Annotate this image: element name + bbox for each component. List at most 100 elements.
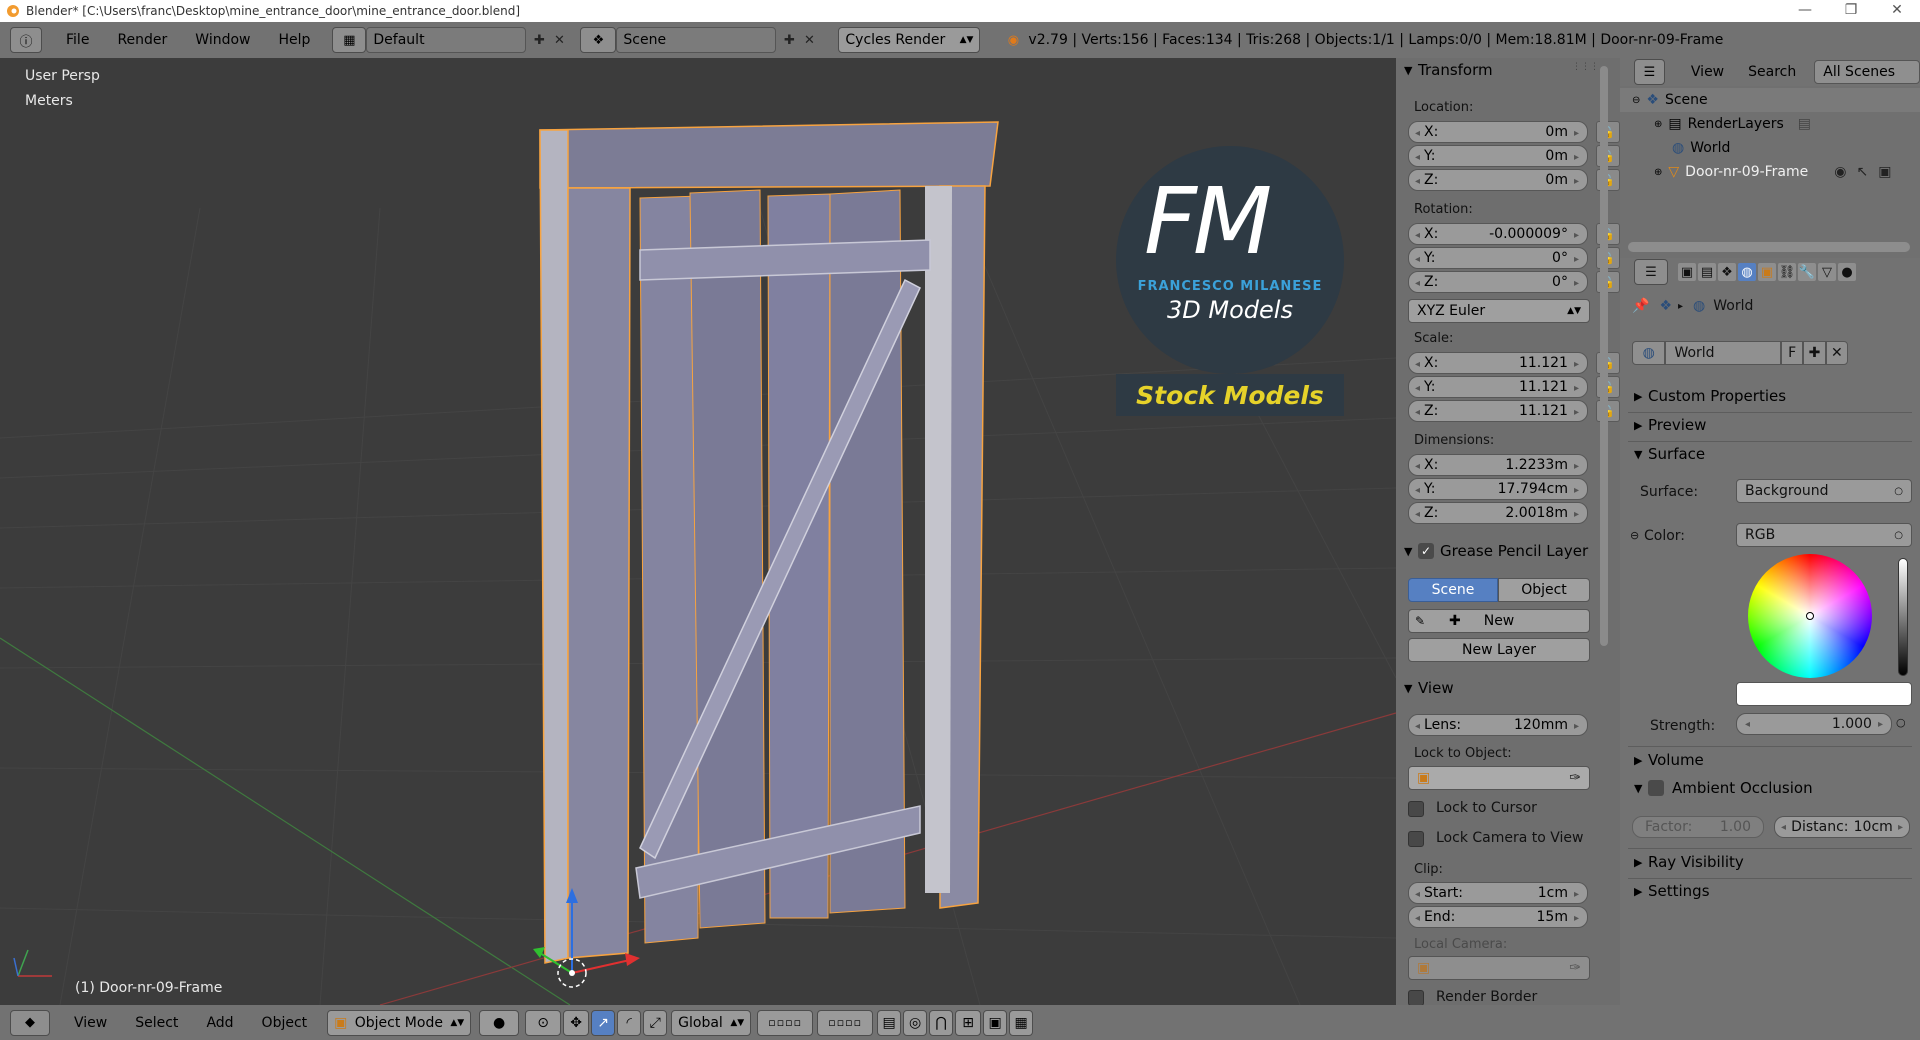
modifiers-tab-icon[interactable]: 🔧 (1798, 263, 1816, 281)
dimensions-y-field[interactable]: ◂ Y: 17.794cm ▸ (1408, 478, 1588, 500)
rotation-z-field[interactable]: ◂ Z: 0° ▸ (1408, 271, 1588, 293)
screen-layout-field[interactable]: Default (366, 27, 527, 53)
lock-object-field[interactable]: ▣ ✑ (1408, 766, 1590, 790)
menu-render[interactable]: Render (103, 32, 181, 48)
strength-field[interactable]: ◂ 1.000 ▸ (1736, 713, 1892, 735)
clip-end-field[interactable]: ◂ End: 15m ▸ (1408, 906, 1588, 928)
add-scene-icon[interactable]: ✚ (780, 31, 798, 49)
eye-icon[interactable]: ◉ (1834, 164, 1846, 180)
fake-user-button[interactable]: F (1780, 341, 1804, 365)
scale-z-field[interactable]: ◂ Z: 11.121 ▸ (1408, 400, 1588, 422)
viewport-menu-select[interactable]: Select (121, 1015, 192, 1031)
render-layers-tab-icon[interactable]: ▤ (1698, 263, 1716, 281)
menu-help[interactable]: Help (264, 32, 324, 48)
surface-panel-header[interactable]: ▼ Surface (1634, 442, 1705, 466)
3d-viewport[interactable]: User Persp Meters (1) Door-nr-09-Frame F… (0, 58, 1396, 1005)
object-tab-icon[interactable]: ▣ (1758, 263, 1776, 281)
rotate-toggle[interactable]: ◜ (617, 1009, 642, 1036)
world-name-field[interactable]: World (1665, 341, 1781, 365)
render-layer-toggle-icon[interactable]: ▤ (1798, 116, 1811, 132)
location-y-field[interactable]: ◂ Y: 0m ▸ (1408, 145, 1588, 167)
settings-panel-header[interactable]: ▶ Settings (1634, 879, 1710, 903)
viewport-menu-view[interactable]: View (60, 1015, 121, 1031)
render-engine-dropdown[interactable]: Cycles Render ▲▼ (838, 27, 981, 53)
rotation-mode-dropdown[interactable]: XYZ Euler ▲▼ (1408, 299, 1590, 323)
snap-toggle[interactable]: ⋂ (929, 1009, 954, 1036)
close-window-button[interactable]: ✕ (1874, 0, 1920, 22)
scale-y-field[interactable]: ◂ Y: 11.121 ▸ (1408, 376, 1588, 398)
grease-pencil-panel-header[interactable]: ▼ ✓ Grease Pencil Layer (1404, 541, 1588, 561)
color-swatch[interactable] (1736, 682, 1912, 706)
outliner-scrollbar[interactable] (1628, 242, 1910, 252)
ambient-occlusion-panel-header[interactable]: ▼ Ambient Occlusion (1634, 776, 1813, 800)
location-x-field[interactable]: ◂ X: 0m ▸ (1408, 121, 1588, 143)
world-browse-button[interactable]: ◍ (1632, 341, 1666, 365)
lock-to-cursor-checkbox[interactable] (1408, 801, 1424, 817)
constraints-tab-icon[interactable]: ⛓ (1778, 263, 1796, 281)
tab-scene[interactable]: Scene (1408, 578, 1498, 602)
socket-link-icon[interactable]: ⊖ (1630, 529, 1639, 542)
editor-type-button[interactable]: ⓘ (10, 27, 42, 53)
proportional-edit-button[interactable]: ◎ (903, 1009, 928, 1036)
surface-shader-dropdown[interactable]: Background ○ (1736, 479, 1912, 503)
location-z-field[interactable]: ◂ Z: 0m ▸ (1408, 169, 1588, 191)
scene-selector[interactable]: ❖ (580, 27, 617, 53)
dimensions-x-field[interactable]: ◂ X: 1.2233m ▸ (1408, 454, 1588, 476)
color-wheel[interactable] (1748, 554, 1872, 678)
ao-factor-field[interactable]: Factor: 1.00 (1632, 816, 1764, 838)
view-panel-header[interactable]: ▼ View (1404, 678, 1454, 698)
remove-screen-icon[interactable]: ✕ (550, 31, 568, 49)
render-opengl-button[interactable]: ▣ (983, 1009, 1008, 1036)
dimensions-z-field[interactable]: ◂ Z: 2.0018m ▸ (1408, 502, 1588, 524)
expand-icon[interactable]: ⊖ (1632, 95, 1640, 106)
door-frame-object[interactable] (539, 121, 999, 964)
translate-toggle[interactable]: ↗ (591, 1009, 616, 1036)
outliner-row-world[interactable]: ◍ World (1620, 136, 1920, 160)
value-slider[interactable] (1898, 558, 1908, 676)
data-tab-icon[interactable]: ▽ (1818, 263, 1836, 281)
world-tab-icon[interactable]: ◍ (1738, 263, 1756, 281)
menu-file[interactable]: File (52, 32, 103, 48)
render-border-checkbox[interactable] (1408, 990, 1424, 1005)
outliner-menu-search[interactable]: Search (1748, 64, 1796, 80)
new-world-button[interactable]: ✚ (1803, 341, 1826, 365)
new-layer-button[interactable]: New Layer (1408, 638, 1590, 662)
render-tab-icon[interactable]: ▣ (1678, 263, 1696, 281)
render-camera-icon[interactable]: ▣ (1878, 164, 1891, 180)
new-grease-pencil-button[interactable]: ✎ ✚ New (1408, 609, 1590, 633)
outliner-filter-dropdown[interactable]: All Scenes (1814, 60, 1920, 84)
scale-x-field[interactable]: ◂ X: 11.121 ▸ (1408, 352, 1588, 374)
layers-group-2[interactable]: ▫▫▫▫ (817, 1009, 874, 1036)
screen-layout-selector[interactable]: ▦ (332, 27, 367, 53)
scene-field[interactable]: Scene (616, 27, 777, 53)
expand-icon[interactable]: ⊕ (1654, 167, 1662, 178)
socket-icon[interactable]: ○ (1896, 716, 1906, 729)
lock-layers-button[interactable]: ▤ (877, 1009, 902, 1036)
add-screen-icon[interactable]: ✚ (530, 31, 548, 49)
viewport-menu-object[interactable]: Object (248, 1015, 322, 1031)
manipulator-toggle[interactable]: ✥ (563, 1009, 590, 1036)
outliner-row-renderlayers[interactable]: ⊕ ▤ RenderLayers ▤ (1620, 112, 1920, 136)
minimize-button[interactable]: — (1782, 0, 1828, 22)
unlink-world-button[interactable]: ✕ (1825, 341, 1849, 365)
rotation-x-field[interactable]: ◂ X: -0.000009° ▸ (1408, 223, 1588, 245)
ao-distance-field[interactable]: ◂ Distanc: 10cm ▸ (1774, 816, 1910, 838)
local-camera-field[interactable]: ▣ ✑ (1408, 956, 1590, 980)
layers-group-1[interactable]: ▫▫▫▫ (757, 1009, 814, 1036)
snap-element-dropdown[interactable]: ⊞ (955, 1009, 982, 1036)
rotation-y-field[interactable]: ◂ Y: 0° ▸ (1408, 247, 1588, 269)
pin-icon[interactable]: 📌 (1632, 298, 1649, 314)
shelf-scrollbar[interactable] (1600, 66, 1608, 646)
expand-icon[interactable]: ⊕ (1654, 119, 1662, 130)
cursor-select-icon[interactable]: ↖ (1857, 164, 1869, 180)
custom-properties-panel-header[interactable]: ▶ Custom Properties (1634, 384, 1786, 408)
transform-panel-header[interactable]: ▼ Transform (1404, 60, 1493, 80)
viewport-editor-type-button[interactable]: ◆ (10, 1009, 50, 1036)
eyedropper-icon[interactable]: ✑ (1569, 770, 1581, 786)
lock-camera-to-view-checkbox[interactable] (1408, 831, 1424, 847)
outliner-row-scene[interactable]: ⊖ ❖ Scene (1620, 88, 1920, 112)
lens-field[interactable]: ◂ Lens: 120mm ▸ (1408, 714, 1588, 736)
viewport-menu-add[interactable]: Add (192, 1015, 247, 1031)
clip-start-field[interactable]: ◂ Start: 1cm ▸ (1408, 882, 1588, 904)
volume-panel-header[interactable]: ▶ Volume (1634, 748, 1704, 772)
